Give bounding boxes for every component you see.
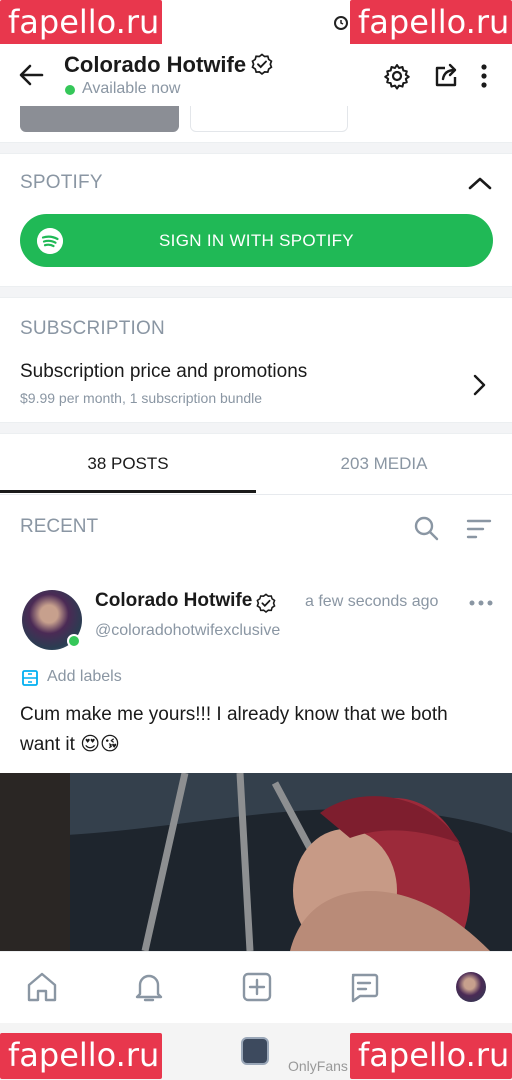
page-title: Colorado Hotwife: [64, 52, 247, 77]
system-bar-text: OnlyFans: [288, 1058, 348, 1074]
bottom-navigation: [0, 951, 512, 1023]
bell-icon[interactable]: [132, 970, 166, 1004]
label-icon[interactable]: [21, 669, 39, 687]
watermark: fapello.ru: [350, 0, 512, 46]
spotify-button-label: SIGN IN WITH SPOTIFY: [159, 231, 354, 250]
watermark: fapello.ru: [0, 0, 162, 46]
app-bar: Colorado Hotwife Available now: [0, 44, 512, 106]
tab-posts[interactable]: 38 POSTS: [0, 433, 256, 493]
recent-heading: RECENT: [20, 516, 99, 537]
post-timestamp: a few seconds ago: [305, 593, 439, 610]
more-vertical-icon[interactable]: [472, 62, 496, 90]
home-icon[interactable]: [25, 970, 59, 1004]
profile-avatar[interactable]: [456, 972, 486, 1002]
subscription-title[interactable]: Subscription price and promotions: [20, 361, 307, 383]
post-author-handle[interactable]: @coloradohotwifexclusive: [95, 622, 280, 640]
media-content: [0, 773, 512, 951]
tab-media[interactable]: 203 MEDIA: [256, 433, 512, 493]
thumbnail-card[interactable]: [190, 106, 348, 132]
sort-icon[interactable]: [466, 518, 492, 540]
share-icon[interactable]: [433, 62, 461, 90]
watermark: fapello.ru: [0, 1033, 162, 1079]
more-horizontal-icon[interactable]: [469, 600, 493, 606]
alarm-icon: [334, 16, 348, 30]
messages-icon[interactable]: [347, 970, 381, 1004]
add-labels-button[interactable]: Add labels: [47, 668, 122, 686]
verified-badge-icon: [251, 53, 273, 75]
active-tab-indicator: [0, 490, 256, 493]
back-arrow-icon[interactable]: [16, 60, 46, 90]
post-author-name[interactable]: Colorado Hotwife: [95, 590, 252, 612]
spotify-heading: SPOTIFY: [20, 172, 103, 193]
verified-badge-icon: [256, 593, 276, 613]
section-divider: [0, 286, 512, 298]
chevron-right-icon[interactable]: [468, 372, 490, 398]
thumbnail-image[interactable]: [20, 106, 179, 132]
section-divider: [0, 142, 512, 154]
availability-status: Available now: [82, 80, 181, 97]
home-button[interactable]: [241, 1037, 269, 1065]
chevron-up-icon[interactable]: [466, 172, 494, 194]
post-media-image[interactable]: [0, 773, 512, 951]
online-status-dot: [65, 85, 75, 95]
profile-thumbnails: [0, 106, 512, 132]
post-text: Cum make me yours!!! I already know that…: [20, 704, 448, 755]
search-icon[interactable]: [413, 515, 439, 541]
subscription-detail: $9.99 per month, 1 subscription bundle: [20, 390, 263, 406]
add-post-icon[interactable]: [240, 970, 274, 1004]
profile-tabs: 38 POSTS 203 MEDIA: [0, 433, 512, 495]
watermark: fapello.ru: [350, 1033, 512, 1079]
subscription-heading: SUBSCRIPTION: [20, 318, 165, 339]
gear-icon[interactable]: [383, 62, 411, 90]
online-status-dot: [67, 634, 81, 648]
spotify-signin-button[interactable]: SIGN IN WITH SPOTIFY: [20, 214, 493, 267]
